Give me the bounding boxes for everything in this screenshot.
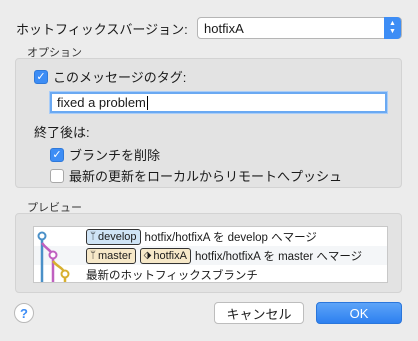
delete-branch-label: ブランチを削除 <box>69 148 161 163</box>
after-finish-label: 終了後は: <box>34 125 90 140</box>
tag-message-value: fixed a problem <box>57 95 146 110</box>
preview-graph-box: ᛘ develop hotfix/hotfixA を develop へマージ ᛘ… <box>33 226 388 283</box>
tag-icon: ⬗ <box>143 250 152 261</box>
chevron-updown-icon: ▲ ▼ <box>384 17 401 39</box>
hotfix-version-value: hotfixA <box>204 20 244 36</box>
hotfix-version-select[interactable]: hotfixA ▲ ▼ <box>197 17 402 39</box>
branch-tag-master: ᛘ master <box>86 247 136 264</box>
commit-graph <box>37 231 70 282</box>
push-remote-checkbox[interactable]: 最新の更新をローカルからリモートへプッシュ <box>50 166 342 185</box>
preview-row-content: ᛘ master ⬗ hotfixA hotfix/hotfixA を master… <box>86 247 363 264</box>
preview-row: ᛘ develop hotfix/hotfixA を develop へマージ <box>34 227 387 246</box>
push-remote-label: 最新の更新をローカルからリモートへプッシュ <box>69 169 343 184</box>
tag-label: hotfixA <box>153 249 187 262</box>
ok-button[interactable]: OK <box>316 302 402 324</box>
delete-branch-checkbox[interactable]: ✓ ブランチを削除 <box>50 145 160 164</box>
branch-icon: ᛘ <box>90 231 96 242</box>
preview-row-text: hotfix/hotfixA を master へマージ <box>194 250 363 263</box>
tag-message-label: このメッセージのタグ: <box>53 70 187 85</box>
tag-message-checkbox[interactable]: ✓ このメッセージのタグ: <box>34 67 186 86</box>
checkmark-icon: ✓ <box>34 69 48 84</box>
preview-row-content: 最新のホットフィックスブランチ <box>86 267 258 283</box>
help-button[interactable]: ? <box>14 303 34 323</box>
branch-tag-develop: ᛘ develop <box>86 228 141 245</box>
cancel-button[interactable]: キャンセル <box>214 302 304 324</box>
preview-row-text: hotfix/hotfixA を develop へマージ <box>144 231 317 244</box>
branch-tag-label: develop <box>98 230 137 243</box>
tag-hotfix: ⬗ hotfixA <box>139 247 191 264</box>
commit-node <box>37 231 47 241</box>
commit-node <box>48 250 58 260</box>
preview-row-text: 最新のホットフィックスブランチ <box>86 269 258 282</box>
checkbox-empty-icon <box>50 168 64 183</box>
branch-tag-label: master <box>98 249 132 262</box>
hotfix-version-label: ホットフィックスバージョン: <box>16 21 188 37</box>
preview-row: 最新のホットフィックスブランチ <box>34 265 387 283</box>
hotfix-version-row: ホットフィックスバージョン: hotfixA ▲ ▼ <box>16 17 402 39</box>
checkmark-icon: ✓ <box>50 147 64 162</box>
tag-message-input[interactable]: fixed a problem <box>50 92 387 113</box>
text-caret <box>146 95 148 110</box>
commit-node <box>60 269 70 279</box>
preview-row: ᛘ master ⬗ hotfixA hotfix/hotfixA を master… <box>34 246 387 265</box>
branch-icon: ᛘ <box>90 250 96 261</box>
preview-row-content: ᛘ develop hotfix/hotfixA を develop へマージ <box>86 228 317 245</box>
